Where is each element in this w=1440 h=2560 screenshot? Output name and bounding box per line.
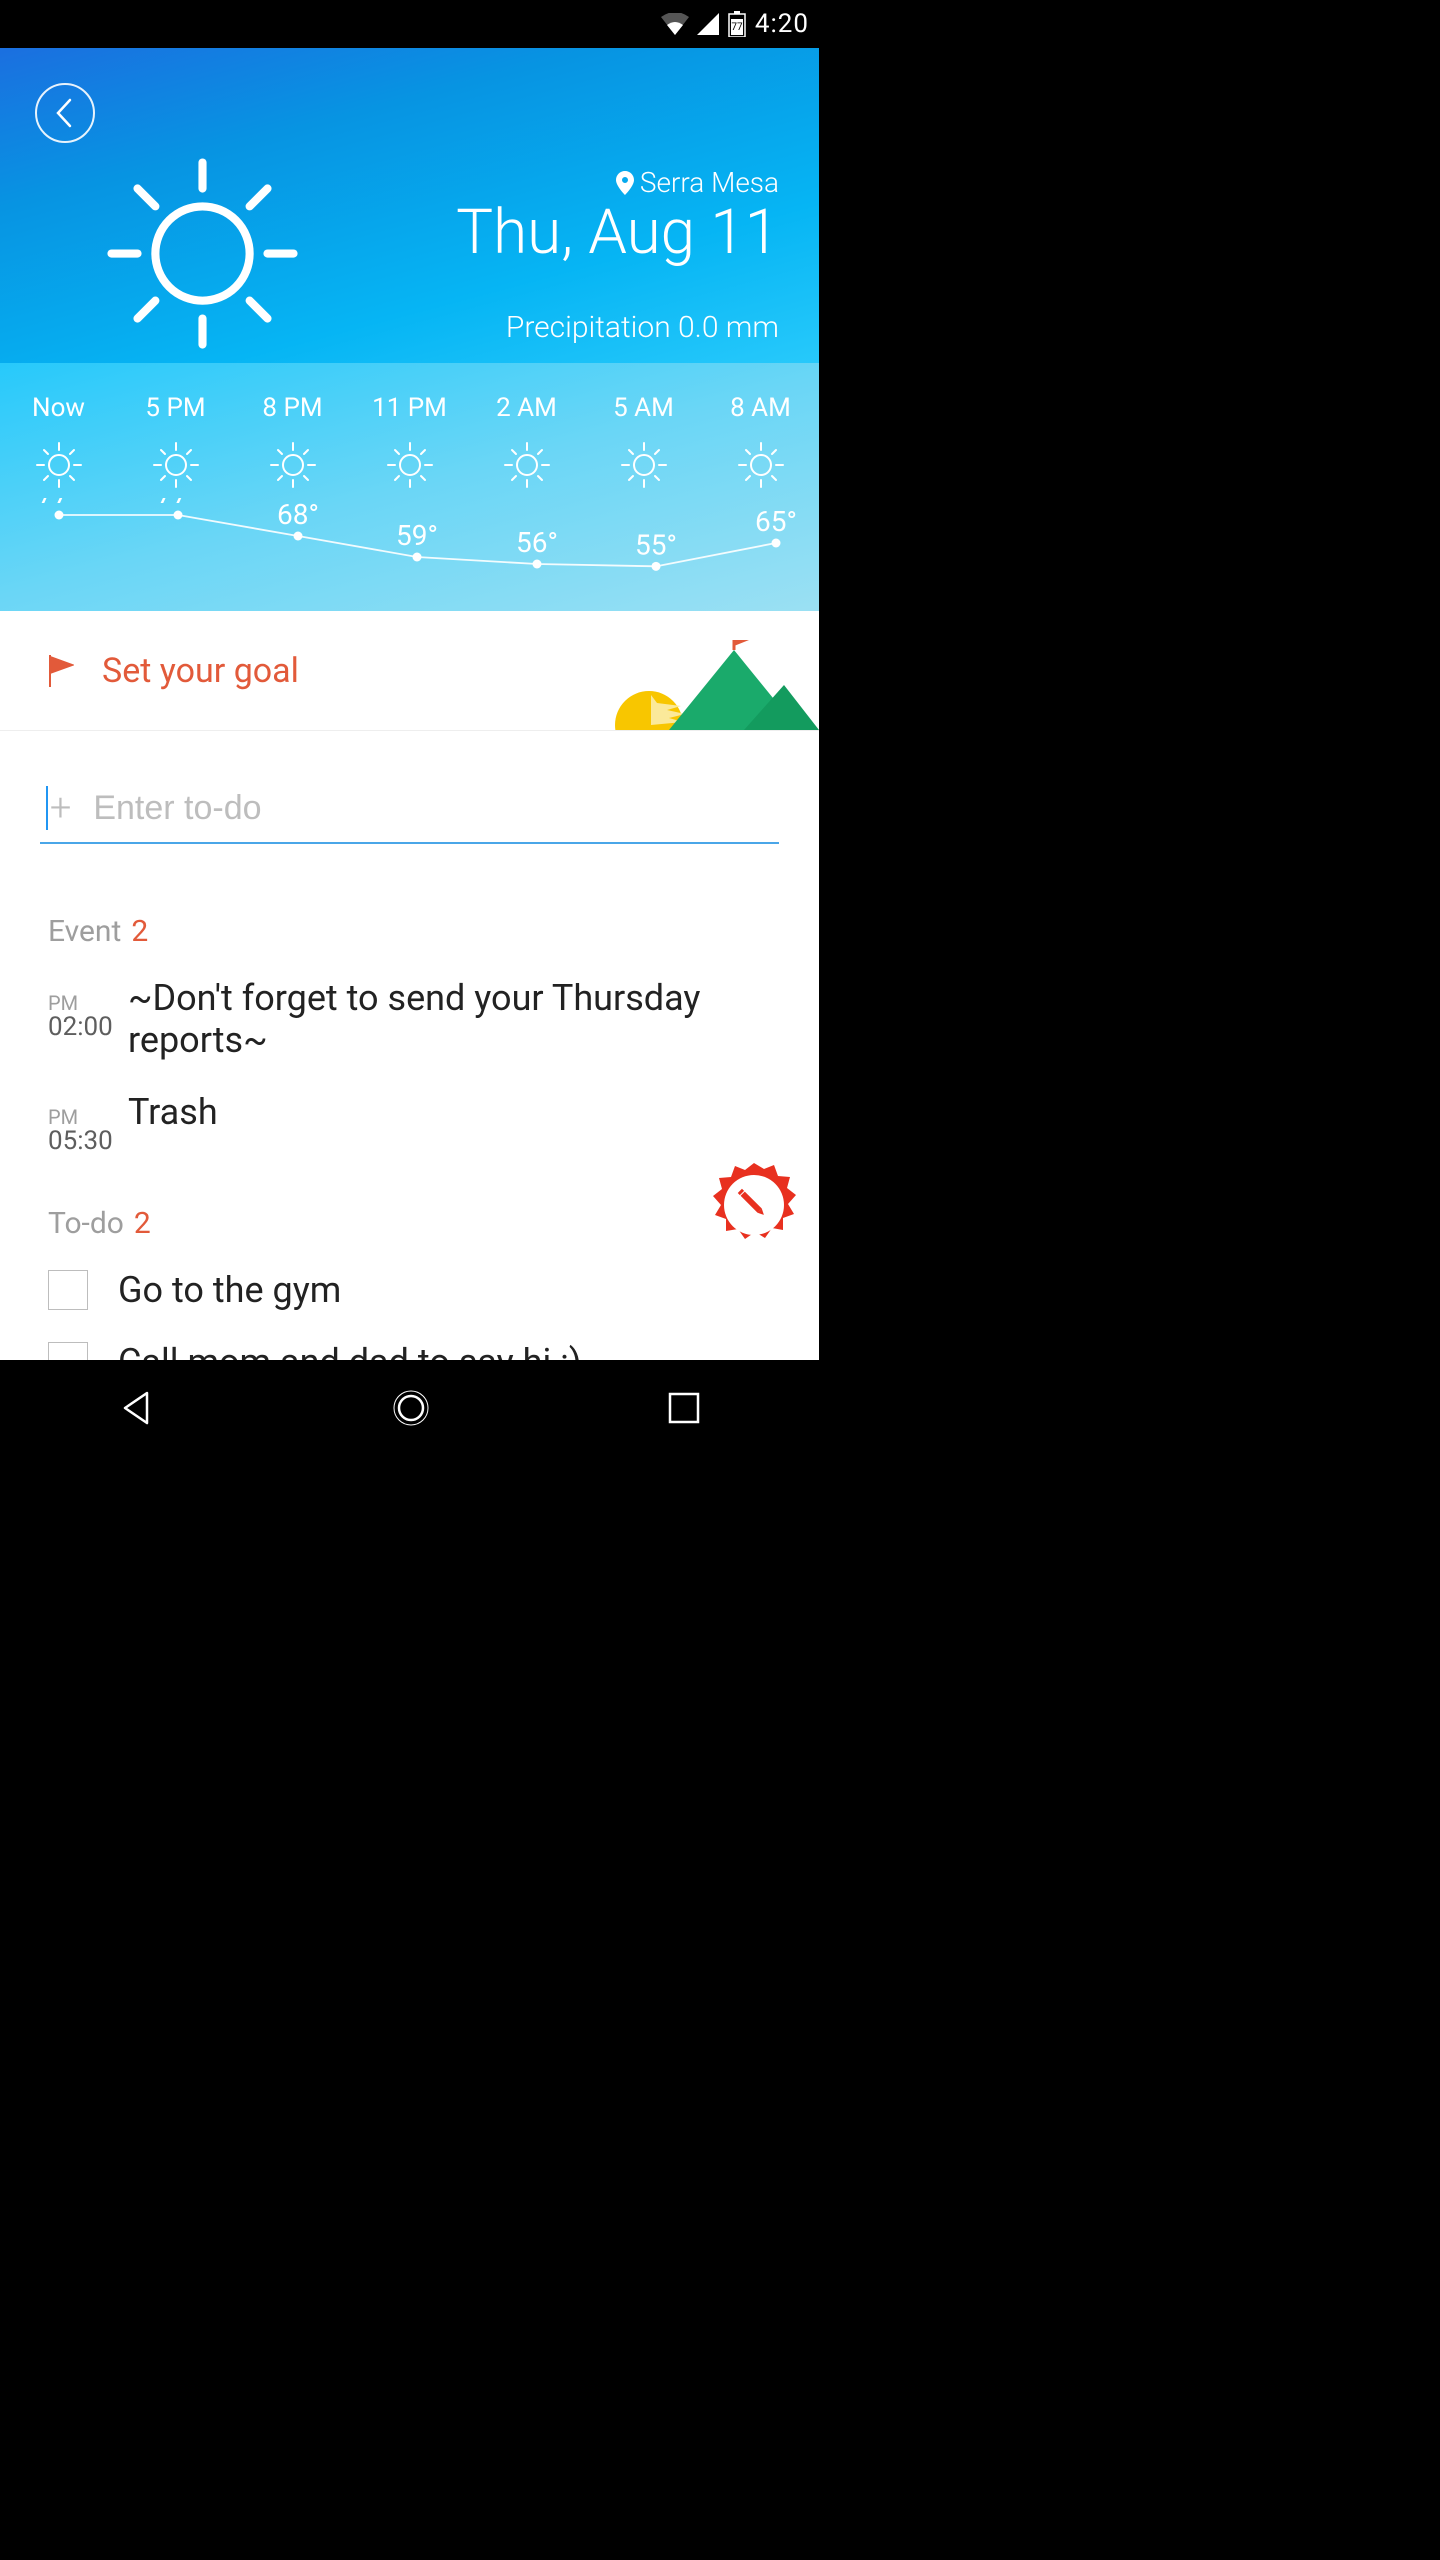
text-cursor — [46, 786, 48, 830]
event-item[interactable]: PM 02:00 ~Don't forget to send your Thur… — [48, 977, 771, 1061]
nav-back-icon[interactable] — [117, 1388, 157, 1428]
status-time: 4:20 — [755, 9, 809, 39]
chevron-left-icon — [55, 98, 75, 128]
pin-icon — [616, 171, 634, 195]
forecast-temp: 56° — [516, 526, 558, 559]
forecast-temp: 55° — [635, 528, 677, 561]
todo-label: Go to the gym — [118, 1269, 341, 1311]
set-goal-button[interactable]: Set your goal — [0, 611, 819, 731]
todo-item[interactable]: Go to the gym — [48, 1269, 771, 1311]
back-button[interactable] — [35, 83, 95, 143]
mountain-icon — [599, 640, 819, 730]
forecast-item: 8 PM — [234, 393, 351, 499]
android-nav-bar — [0, 1360, 819, 1456]
flag-icon — [48, 655, 74, 687]
sun-icon — [620, 441, 668, 489]
todo-input[interactable] — [93, 789, 779, 828]
temperature-chart: 77° 77° 68° 59° 56° 55° 65° — [0, 498, 819, 598]
forecast-item: 5 PM — [117, 393, 234, 499]
sun-icon — [105, 156, 300, 351]
forecast-strip: Now 5 PM 8 PM 11 PM 2 AM — [0, 363, 819, 611]
sun-icon — [386, 441, 434, 489]
plus-icon: + — [50, 786, 71, 830]
sun-icon — [737, 441, 785, 489]
goal-label: Set your goal — [102, 651, 299, 691]
forecast-item: 2 AM — [468, 393, 585, 499]
event-title: Trash — [128, 1091, 218, 1133]
forecast-time: 8 PM — [262, 393, 322, 423]
checkbox[interactable] — [48, 1270, 88, 1310]
forecast-temp: 59° — [396, 519, 438, 552]
precipitation: Precipitation 0.0 mm — [506, 310, 779, 345]
forecast-temp: 65° — [755, 505, 797, 538]
events-header: Event2 — [48, 914, 771, 949]
event-item[interactable]: PM 05:30 Trash — [48, 1091, 771, 1156]
event-time: 02:00 — [48, 1013, 128, 1042]
nav-home-icon[interactable] — [391, 1388, 431, 1428]
forecast-time: 5 AM — [613, 393, 674, 423]
nav-recent-icon[interactable] — [666, 1390, 702, 1426]
sun-icon — [152, 441, 200, 489]
battery-icon: 77 — [727, 11, 747, 37]
svg-text:77: 77 — [731, 22, 743, 33]
date-label: Thu, Aug 11 — [456, 196, 779, 269]
todo-input-wrap: + — [0, 731, 819, 854]
forecast-time: 11 PM — [372, 393, 447, 423]
forecast-time: 5 PM — [145, 393, 205, 423]
sun-icon — [35, 441, 83, 489]
event-time: 05:30 — [48, 1127, 128, 1156]
location-label: Serra Mesa — [640, 166, 779, 199]
todo-label: Call mom and dad to say hi :) — [118, 1341, 581, 1360]
weather-header: Serra Mesa Thu, Aug 11 Precipitation 0.0… — [0, 48, 819, 363]
cellular-icon — [697, 13, 719, 35]
forecast-temp: 77° — [157, 498, 199, 510]
forecast-time: Now — [32, 393, 85, 423]
checkbox[interactable] — [48, 1342, 88, 1360]
forecast-time: 2 AM — [496, 393, 557, 423]
status-bar: 77 4:20 — [0, 0, 819, 48]
sun-icon — [503, 441, 551, 489]
event-ampm: PM — [48, 993, 128, 1013]
event-title: ~Don't forget to send your Thursday repo… — [128, 977, 771, 1061]
location[interactable]: Serra Mesa — [616, 166, 779, 199]
todo-item[interactable]: Call mom and dad to say hi :) — [48, 1341, 771, 1360]
compose-fab[interactable] — [709, 1160, 799, 1250]
forecast-time: 8 AM — [730, 393, 791, 423]
forecast-temp: 77° — [38, 498, 80, 510]
sun-icon — [269, 441, 317, 489]
todos-header: To-do2 — [48, 1206, 771, 1241]
forecast-item: 11 PM — [351, 393, 468, 499]
forecast-item: 8 AM — [702, 393, 819, 499]
forecast-item: 5 AM — [585, 393, 702, 499]
wifi-icon — [661, 13, 689, 35]
event-ampm: PM — [48, 1107, 128, 1127]
forecast-temp: 68° — [277, 498, 319, 531]
forecast-item: Now — [0, 393, 117, 499]
